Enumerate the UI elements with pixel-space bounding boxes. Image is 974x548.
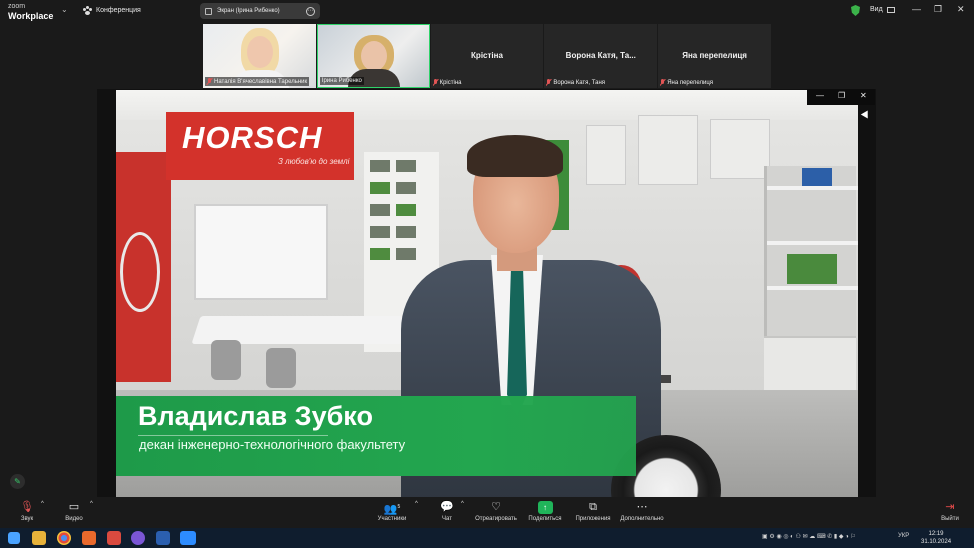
audio-options-chevron-icon[interactable]: ^ [41,501,44,507]
viber-icon[interactable] [131,531,145,545]
lower-third-banner: Владислав Зубко декан інженерно-технолог… [116,396,636,476]
brand-small: zoom [8,3,26,10]
more-options-icon[interactable]: ⋯ [306,6,315,16]
encryption-shield-icon[interactable] [851,5,860,16]
grid-icon [886,6,895,13]
maximize-button[interactable]: ❐ [934,4,942,15]
close-button[interactable]: ✕ [957,4,965,15]
share-button[interactable]: ↑ Поделиться [527,501,563,522]
participants-options-chevron-icon[interactable]: ^ [415,501,418,507]
participant-name-label: Ворона Катя, Таня [546,79,605,86]
more-button[interactable]: ⋯ Дополнительно [618,501,666,522]
video-options-chevron-icon[interactable]: ^ [90,501,93,507]
share-minimize-button[interactable]: — [816,91,824,100]
minimize-button[interactable]: — [912,4,921,14]
participant-tile[interactable]: Ворона Катя, Та... Ворона Катя, Таня [544,24,658,88]
speaker-name: Владислав Зубко [138,401,373,431]
mic-muted-icon [433,79,438,86]
zoom-logo[interactable]: zoom Workplace [8,3,54,21]
shared-window-controls: — ❐ ✕ [807,89,875,105]
leave-icon: ⇥ [945,501,955,513]
participant-name-label: Яна перепелиця [660,79,713,86]
chat-options-chevron-icon[interactable]: ^ [461,501,464,507]
tray-icons[interactable]: ▣ ⚙ ◉ ◎ ◐ ⚇ ✉ ☁ ⌨ ✆ ▮ ◆ ◑ ⚐ [762,533,856,540]
zoom-icon[interactable] [180,531,196,545]
apps-icon: ⧉ [589,501,597,513]
app-icon[interactable] [82,531,96,545]
word-icon[interactable] [156,531,170,545]
participant-tile-active-speaker[interactable]: Ірина Рибенко [316,24,430,88]
mic-muted-icon [207,78,212,85]
participant-tile[interactable]: Крістіна Крістіна [430,24,544,88]
title-bar: zoom Workplace ⌄ Конференция Экран (Ірин… [0,0,974,24]
language-indicator[interactable]: УКР [898,533,909,539]
start-icon[interactable] [8,532,20,544]
app-icon[interactable] [107,531,121,545]
red-wall-panel [116,152,171,382]
participant-display-name: Крістіна [471,51,503,60]
camera-icon: ▭ [68,501,80,513]
participants-button[interactable]: 👥5 Участники [374,501,410,522]
participant-tile[interactable]: Яна перепелиця Яна перепелиця [658,24,771,88]
view-label: Вид [870,6,883,13]
chevron-down-icon[interactable]: ⌄ [61,5,68,14]
meeting-label: Конференция [96,7,141,14]
participant-name-label: Крістіна [433,79,462,86]
share-restore-button[interactable]: ❐ [838,91,845,100]
speaker-role: декан інженерно-технологічного факультет… [139,437,406,452]
mic-muted-icon [546,79,551,86]
file-explorer-icon[interactable] [32,531,46,545]
more-icon: ⋯ [636,501,648,513]
annotate-pen-icon[interactable]: ✎ [10,474,25,489]
meeting-info-button[interactable]: Конференция [83,6,141,15]
react-button[interactable]: ♡ Отреагировать [474,501,518,522]
brand-main: Workplace [8,11,54,21]
meeting-toolbar: 🎙 Звук ^ ▭ Видео ^ 👥5 Участники ^ 💬 Чат … [0,498,974,528]
chat-button[interactable]: 💬 Чат [438,501,456,522]
share-screen-icon: ↑ [537,501,553,514]
horsch-slogan: З любов'ю до землі [278,157,350,166]
horsch-sign: HORSCH З любов'ю до землі [166,112,354,180]
system-clock[interactable]: 12:19 31.10.2024 [921,530,951,546]
participants-icon: 👥5 [383,503,401,516]
participant-strip: Наталія В'ячеславівна Тарельник Ірина Ри… [203,24,771,88]
share-close-button[interactable]: ✕ [860,91,867,100]
video-button[interactable]: ▭ Видео [60,501,88,522]
paw-icon [83,6,92,15]
participant-display-name: Яна перепелиця [682,51,747,60]
screen-icon [205,7,212,15]
screen-share-label: Экран (Ірина Рибенко) [217,8,280,14]
participant-name-label: Наталія В'ячеславівна Тарельник [205,77,310,86]
leave-button[interactable]: ⇥ Выйти [938,501,962,522]
audio-button[interactable]: 🎙 Звук [14,501,40,522]
chrome-icon[interactable] [57,531,71,545]
whiteboard [194,204,328,300]
chair [211,340,241,380]
participant-display-name: Ворона Катя, Та... [565,51,636,60]
horsch-logo: HORSCH [182,120,323,155]
mic-muted-icon [660,79,665,86]
windows-taskbar: ▣ ⚙ ◉ ◎ ◐ ⚇ ✉ ☁ ⌨ ✆ ▮ ◆ ◑ ⚐ УКР 12:19 31… [0,528,974,548]
chat-icon: 💬 [440,501,454,513]
shared-video-content: HORSCH З любов'ю до землі Владислав Зубк… [116,90,858,497]
chair [266,348,296,388]
view-button[interactable]: Вид [870,6,895,13]
apps-button[interactable]: ⧉ Приложения [573,501,613,522]
participant-name-label: Ірина Рибенко [319,77,364,85]
mic-muted-icon: 🎙 [20,501,34,513]
heart-icon: ♡ [491,501,501,513]
participant-tile-video[interactable]: Наталія В'ячеславівна Тарельник [203,24,316,88]
screen-share-indicator[interactable]: Экран (Ірина Рибенко) ⋯ [200,3,320,19]
